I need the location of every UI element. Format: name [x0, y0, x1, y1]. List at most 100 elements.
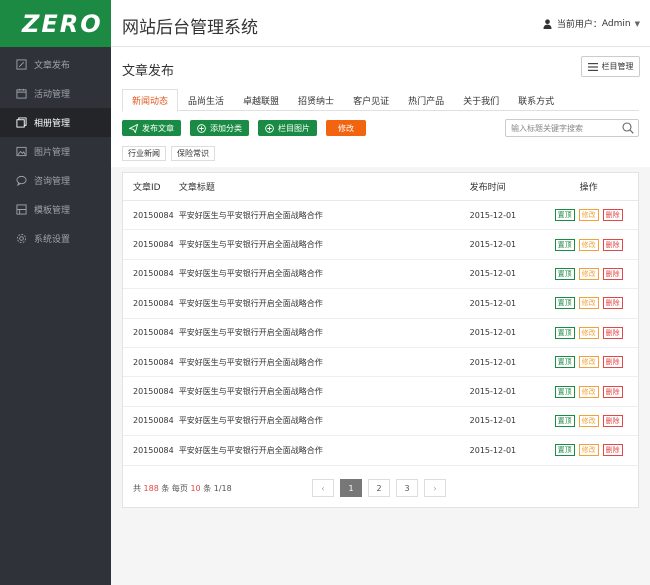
- pin-top-button[interactable]: 置顶: [554, 326, 575, 339]
- table-row: 20150084 平安好医生与平安银行开启全面战略合作 2015-12-01 置顶 修改…: [123, 260, 638, 290]
- delete-row-button[interactable]: 删除: [602, 209, 623, 222]
- cell-time: 2015-12-01: [469, 210, 517, 220]
- tab-item[interactable]: 招贤纳士: [289, 89, 343, 111]
- sidebar-item[interactable]: 咨询管理: [0, 166, 111, 195]
- pin-top-button[interactable]: 置顶: [554, 209, 575, 222]
- edit-row-button[interactable]: 修改: [578, 267, 599, 280]
- edit-row-button[interactable]: 修改: [578, 385, 599, 398]
- total-count: 188: [143, 483, 159, 493]
- edit-row-button[interactable]: 修改: [578, 326, 599, 339]
- cell-title[interactable]: 平安好医生与平安银行开启全面战略合作: [179, 268, 470, 279]
- search-input[interactable]: [506, 120, 618, 136]
- chat-icon: [16, 175, 27, 186]
- delete-row-button[interactable]: 删除: [602, 297, 623, 310]
- logo-text: ZERO: [22, 9, 103, 38]
- subcategory-tag[interactable]: 保险常识: [171, 146, 215, 161]
- cell-title[interactable]: 平安好医生与平安银行开启全面战略合作: [179, 210, 470, 221]
- delete-row-button[interactable]: 删除: [602, 414, 623, 427]
- tab-item[interactable]: 卓越联盟: [234, 89, 288, 111]
- sidebar-item[interactable]: 相册管理: [0, 108, 111, 137]
- sidebar-item[interactable]: 活动管理: [0, 79, 111, 108]
- cell-title[interactable]: 平安好医生与平安银行开启全面战略合作: [179, 239, 470, 250]
- pagination: ‹ 1 2 3 ›: [312, 479, 452, 497]
- column-image-label: 栏目图片: [278, 123, 310, 133]
- edit-row-button[interactable]: 修改: [578, 356, 599, 369]
- edit-button[interactable]: 修改: [326, 120, 366, 136]
- subcategory-tag[interactable]: 行业新闻: [122, 146, 166, 161]
- table-row: 20150084 平安好医生与平安银行开启全面战略合作 2015-12-01 置顶 修改…: [123, 230, 638, 260]
- cell-id: 20150084: [133, 416, 174, 426]
- cell-title[interactable]: 平安好医生与平安银行开启全面战略合作: [179, 415, 470, 426]
- column-image-button[interactable]: 栏目图片: [258, 120, 317, 136]
- caret-down-icon: ▼: [634, 19, 640, 28]
- user-menu[interactable]: 当前用户： Admin ▼: [543, 17, 640, 30]
- column-manage-label: 栏目管理: [601, 62, 634, 71]
- header-time: 发布时间: [469, 183, 506, 193]
- cell-ops: 置顶 修改 删除: [539, 414, 638, 427]
- menu-lines-icon: [587, 62, 598, 71]
- table-row: 20150084 平安好医生与平安银行开启全面战略合作 2015-12-01 置顶 修改…: [123, 377, 638, 407]
- table-row: 20150084 平安好医生与平安银行开启全面战略合作 2015-12-01 置顶 修改…: [123, 201, 638, 231]
- tab-item[interactable]: 热门产品: [399, 89, 453, 111]
- delete-row-button[interactable]: 删除: [602, 444, 623, 457]
- sidebar-item-label: 图片管理: [34, 148, 71, 158]
- sidebar-item[interactable]: 模板管理: [0, 195, 111, 224]
- delete-row-button[interactable]: 删除: [602, 238, 623, 251]
- edit-row-button[interactable]: 修改: [578, 444, 599, 457]
- pin-top-button[interactable]: 置顶: [554, 414, 575, 427]
- pin-top-button[interactable]: 置顶: [554, 238, 575, 251]
- cell-ops: 置顶 修改 删除: [539, 385, 638, 398]
- cell-title[interactable]: 平安好医生与平安银行开启全面战略合作: [179, 357, 470, 368]
- edit-row-button[interactable]: 修改: [578, 297, 599, 310]
- cell-title[interactable]: 平安好医生与平安银行开启全面战略合作: [179, 327, 470, 338]
- sidebar-item[interactable]: 系统设置: [0, 224, 111, 253]
- sidebar-item[interactable]: 图片管理: [0, 137, 111, 166]
- tab-item[interactable]: 品尚生活: [179, 89, 233, 111]
- add-category-button[interactable]: 添加分类: [190, 120, 249, 136]
- search-icon[interactable]: [622, 122, 634, 134]
- tab-item[interactable]: 客户见证: [344, 89, 398, 111]
- tab-item[interactable]: 关于我们: [454, 89, 508, 111]
- page-title: 文章发布: [122, 64, 175, 79]
- cell-title[interactable]: 平安好医生与平安银行开启全面战略合作: [179, 298, 470, 309]
- next-page-button[interactable]: ›: [424, 479, 446, 497]
- edit-label: 修改: [338, 123, 354, 133]
- pin-top-button[interactable]: 置顶: [554, 267, 575, 280]
- logo[interactable]: ZERO: [0, 0, 111, 47]
- delete-row-button[interactable]: 删除: [602, 356, 623, 369]
- column-manage-button[interactable]: 栏目管理: [581, 56, 640, 77]
- delete-row-button[interactable]: 删除: [602, 326, 623, 339]
- cell-ops: 置顶 修改 删除: [539, 326, 638, 339]
- sidebar: ZERO 文章发布 活动管理 相册管理图片管理咨询管理 模板管理 系统设置: [0, 0, 111, 585]
- page-number-button[interactable]: 2: [368, 479, 390, 497]
- delete-row-button[interactable]: 删除: [602, 385, 623, 398]
- cell-ops: 置顶 修改 删除: [539, 356, 638, 369]
- prev-page-button[interactable]: ‹: [312, 479, 334, 497]
- category-tabs: 新闻动态 品尚生活 卓越联盟 招贤纳士 客户见证 热门产品 关于我们 联系方式: [122, 89, 639, 112]
- publish-article-button[interactable]: 发布文章: [122, 120, 181, 136]
- pin-top-button[interactable]: 置顶: [554, 385, 575, 398]
- tab-item[interactable]: 联系方式: [509, 89, 563, 111]
- sidebar-item[interactable]: 文章发布: [0, 50, 111, 79]
- page-number-button[interactable]: 3: [396, 479, 418, 497]
- delete-row-button[interactable]: 删除: [602, 267, 623, 280]
- template-icon: [16, 204, 27, 215]
- edit-row-button[interactable]: 修改: [578, 414, 599, 427]
- cell-id: 20150084: [133, 357, 174, 367]
- cell-title[interactable]: 平安好医生与平安银行开启全面战略合作: [179, 445, 470, 456]
- main-content: 文章发布 栏目管理 新闻动态 品尚生活 卓越联盟 招贤纳士 客户见证 热门产品 关于我们 联系…: [111, 47, 650, 585]
- edit-row-button[interactable]: 修改: [578, 209, 599, 222]
- cell-title[interactable]: 平安好医生与平安银行开启全面战略合作: [179, 386, 470, 397]
- pin-top-button[interactable]: 置顶: [554, 356, 575, 369]
- sidebar-menu: 文章发布 活动管理 相册管理图片管理咨询管理 模板管理 系统设置: [0, 47, 111, 253]
- system-title: 网站后台管理系统: [122, 18, 258, 38]
- edit-row-button[interactable]: 修改: [578, 238, 599, 251]
- cell-time: 2015-12-01: [469, 357, 517, 367]
- page-number-button[interactable]: 1: [340, 479, 362, 497]
- total-suffix: 条 每页: [161, 483, 188, 493]
- header-ops: 操作: [579, 183, 598, 193]
- pin-top-button[interactable]: 置顶: [554, 297, 575, 310]
- pencil-icon: [16, 59, 27, 70]
- tab-item[interactable]: 新闻动态: [122, 89, 179, 112]
- pin-top-button[interactable]: 置顶: [554, 444, 575, 457]
